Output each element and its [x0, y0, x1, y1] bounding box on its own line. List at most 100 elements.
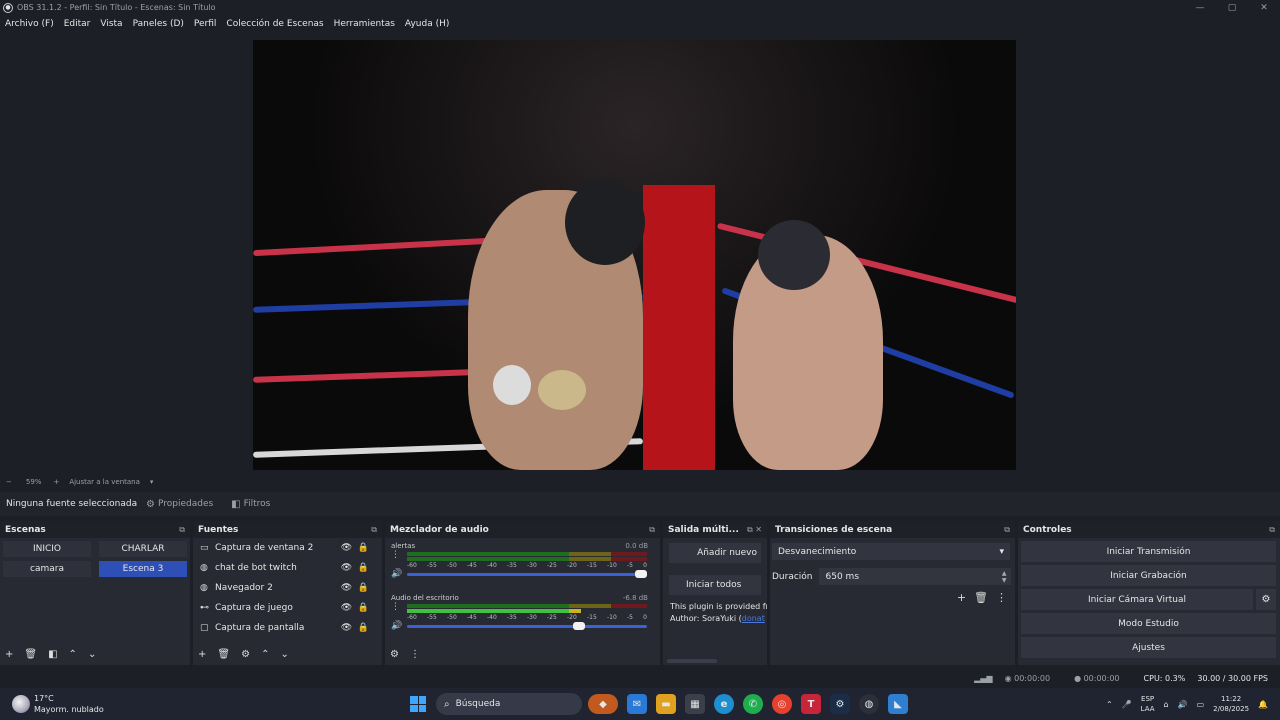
scene-escena-3[interactable]: Escena 3: [99, 561, 187, 577]
gear-icon[interactable]: ⚙: [241, 649, 250, 660]
battery-icon[interactable]: ▭: [1197, 700, 1205, 709]
outlook-icon[interactable]: ✉: [627, 694, 647, 714]
clock[interactable]: 11:22 2/08/2025: [1213, 694, 1249, 714]
volume-icon[interactable]: 🔊: [1178, 700, 1188, 709]
zoom-fit-dropdown[interactable]: Ajustar a la ventana: [69, 478, 140, 486]
eye-icon[interactable]: 👁: [338, 543, 355, 553]
notification-bell-icon[interactable]: 🔔: [1258, 700, 1268, 709]
menu-paneles[interactable]: Paneles (D): [128, 19, 189, 29]
source-row[interactable]: ▢ Captura de pantalla 👁 🔒: [193, 618, 382, 638]
move-up-icon[interactable]: ⌃: [261, 649, 269, 660]
menu-archivo[interactable]: Archivo (F): [0, 19, 59, 29]
zoom-in-button[interactable]: +: [53, 478, 59, 486]
file-explorer-icon[interactable]: ▬: [656, 694, 676, 714]
store-icon[interactable]: ▦: [685, 694, 705, 714]
move-down-icon[interactable]: ⌄: [280, 649, 288, 660]
scene-camara[interactable]: camara: [3, 561, 91, 577]
menu-perfil[interactable]: Perfil: [189, 19, 222, 29]
windows-start-icon[interactable]: [410, 696, 426, 712]
add-source-icon[interactable]: +: [198, 649, 206, 660]
gear-icon[interactable]: ⚙: [1256, 589, 1276, 610]
scene-charlar[interactable]: CHARLAR: [99, 541, 187, 557]
add-scene-icon[interactable]: +: [5, 649, 13, 660]
duration-spinbox[interactable]: 650 ms ▲ ▼: [818, 568, 1011, 585]
settings-button[interactable]: Ajustes: [1021, 637, 1276, 658]
menu-vista[interactable]: Vista: [95, 19, 127, 29]
trash-icon[interactable]: 🗑: [217, 649, 230, 660]
source-row[interactable]: ◍ chat de bot twitch 👁 🔒: [193, 558, 382, 578]
add-transition-icon[interactable]: +: [957, 591, 966, 604]
undock-icon[interactable]: ⧉: [179, 525, 185, 535]
maximize-button[interactable]: ▢: [1216, 0, 1248, 15]
start-virtual-camera-button[interactable]: Iniciar Cámara Virtual: [1021, 589, 1253, 610]
network-icon[interactable]: ⌂: [1164, 700, 1169, 709]
volume-slider[interactable]: [407, 570, 647, 578]
undock-icon[interactable]: ⧉: [1269, 525, 1275, 535]
menu-herramientas[interactable]: Herramientas: [329, 19, 400, 29]
app-icon[interactable]: ◣: [888, 694, 908, 714]
volume-slider-handle[interactable]: [573, 622, 586, 630]
undock-icon[interactable]: ⧉: [649, 525, 655, 535]
program-preview[interactable]: [253, 40, 1016, 470]
weather-widget[interactable]: 17°C Mayorm. nublado: [12, 693, 104, 715]
spinner-arrows-icon[interactable]: ▲ ▼: [1002, 570, 1011, 584]
more-options-icon[interactable]: ⋮: [410, 649, 420, 660]
chevron-up-icon[interactable]: ⌃: [1106, 700, 1113, 709]
microphone-icon[interactable]: 🎤: [1122, 700, 1132, 709]
start-recording-button[interactable]: Iniciar Grabación: [1021, 565, 1276, 586]
source-row[interactable]: ⊷ Captura de juego 👁 🔒: [193, 598, 382, 618]
undock-icon[interactable]: ⧉ ✕: [747, 525, 762, 535]
move-up-icon[interactable]: ⌃: [69, 649, 77, 660]
trash-icon[interactable]: 🗑: [974, 591, 988, 604]
lock-icon[interactable]: 🔒: [355, 563, 372, 573]
volume-slider-handle[interactable]: [635, 570, 647, 578]
more-options-icon[interactable]: ⋮: [391, 550, 400, 560]
chevron-down-icon[interactable]: ▾: [150, 478, 154, 486]
filters-button[interactable]: ◧ Filtros: [231, 499, 270, 510]
trash-icon[interactable]: 🗑: [24, 649, 37, 660]
teamfight-icon[interactable]: T: [801, 694, 821, 714]
speaker-icon[interactable]: 🔊: [391, 621, 402, 631]
lock-icon[interactable]: 🔒: [355, 583, 372, 593]
horizontal-scrollbar[interactable]: [667, 659, 717, 663]
eye-icon[interactable]: 👁: [338, 623, 355, 633]
minimize-button[interactable]: —: [1184, 0, 1216, 15]
close-button[interactable]: ✕: [1248, 0, 1280, 15]
taskbar-search[interactable]: ⌕ Búsqueda: [436, 693, 582, 715]
edge-icon[interactable]: e: [714, 694, 734, 714]
more-options-icon[interactable]: ⋮: [996, 591, 1007, 604]
start-stream-button[interactable]: Iniciar Transmisión: [1021, 541, 1276, 562]
source-row[interactable]: ◍ Navegador 2 👁 🔒: [193, 578, 382, 598]
transition-select[interactable]: Desvanecimiento ▾: [772, 543, 1010, 560]
language-indicator[interactable]: ESP LAA: [1141, 694, 1155, 714]
advanced-audio-icon[interactable]: ⚙: [390, 649, 399, 660]
scene-filters-icon[interactable]: ◧: [48, 649, 57, 660]
zoom-out-button[interactable]: −: [6, 478, 12, 486]
volume-slider[interactable]: [407, 622, 647, 630]
steam-icon[interactable]: ⚙: [830, 694, 850, 714]
chrome-icon[interactable]: ◎: [772, 694, 792, 714]
undock-icon[interactable]: ⧉: [371, 525, 377, 535]
eye-icon[interactable]: 👁: [338, 563, 355, 573]
add-new-output-button[interactable]: Añadir nuevo: [669, 543, 761, 563]
speaker-icon[interactable]: 🔊: [391, 569, 402, 579]
move-down-icon[interactable]: ⌄: [88, 649, 96, 660]
lock-icon[interactable]: 🔒: [355, 603, 372, 613]
properties-button[interactable]: ⚙ Propiedades: [146, 499, 213, 510]
scene-inicio[interactable]: INICIO: [3, 541, 91, 557]
start-all-button[interactable]: Iniciar todos: [669, 575, 761, 595]
eye-icon[interactable]: 👁: [338, 583, 355, 593]
obs-icon[interactable]: ◍: [859, 694, 879, 714]
source-row[interactable]: ▭ Captura de ventana 2 👁 🔒: [193, 538, 382, 558]
more-options-icon[interactable]: ⋮: [391, 602, 400, 612]
eye-icon[interactable]: 👁: [338, 603, 355, 613]
menu-ayuda[interactable]: Ayuda (H): [400, 19, 454, 29]
lock-icon[interactable]: 🔒: [355, 623, 372, 633]
studio-mode-button[interactable]: Modo Estudio: [1021, 613, 1276, 634]
lock-icon[interactable]: 🔒: [355, 543, 372, 553]
news-widget-icon[interactable]: ◆: [588, 694, 618, 714]
undock-icon[interactable]: ⧉: [1004, 525, 1010, 535]
whatsapp-icon[interactable]: ✆: [743, 694, 763, 714]
menu-editar[interactable]: Editar: [59, 19, 96, 29]
menu-coleccion-escenas[interactable]: Colección de Escenas: [221, 19, 328, 29]
